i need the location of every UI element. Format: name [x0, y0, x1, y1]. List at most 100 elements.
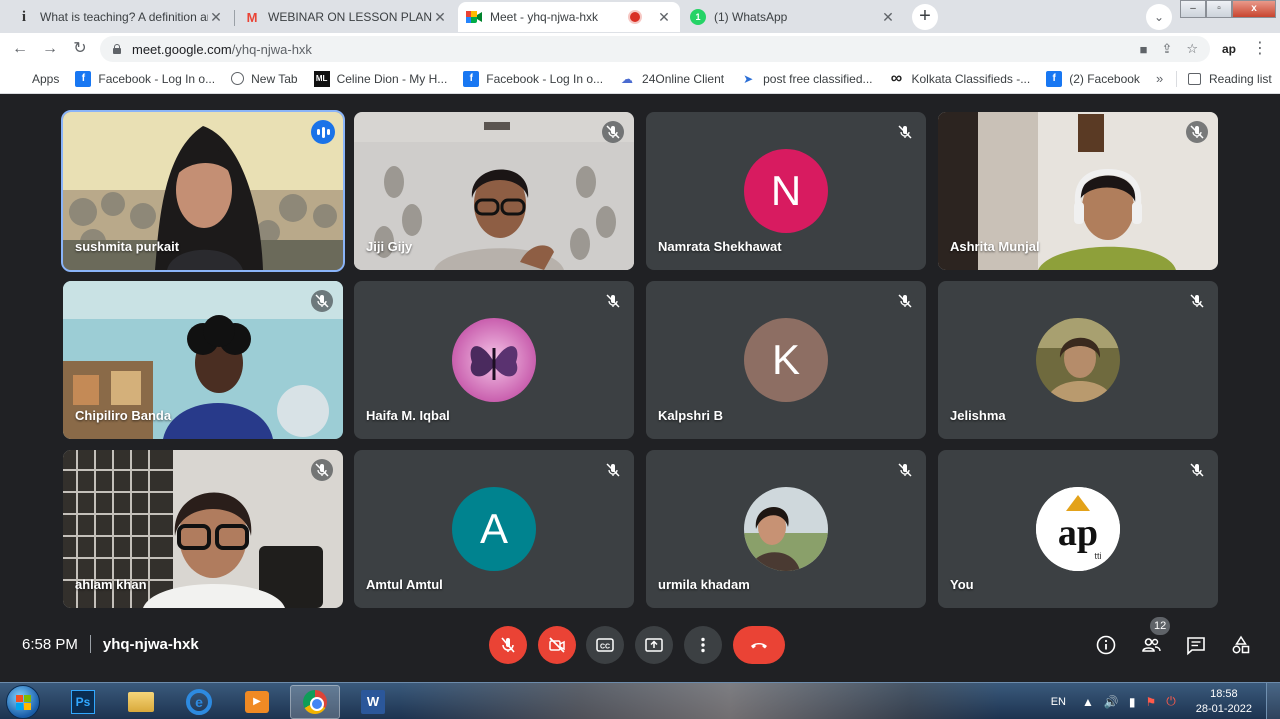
participant-name: Namrata Shekhawat	[658, 239, 782, 254]
close-icon[interactable]: ✕	[656, 9, 672, 26]
window-close-icon[interactable]: x	[1232, 0, 1276, 18]
bookmark-facebook-3[interactable]: f (2) Facebook	[1046, 70, 1140, 87]
signal-icon[interactable]: ▮	[1129, 695, 1136, 709]
taskbar-media[interactable]: ▶	[232, 685, 282, 719]
activities-icon	[1232, 635, 1250, 654]
participant-tile[interactable]: Ashrita Munjal	[938, 112, 1218, 270]
participant-avatar: N	[744, 149, 828, 233]
participant-name: Jiji Gijy	[366, 239, 413, 254]
show-desktop-button[interactable]	[1266, 683, 1280, 719]
meeting-info-button[interactable]	[1091, 630, 1121, 660]
participant-tile[interactable]: A Amtul Amtul	[354, 450, 634, 608]
volume-icon[interactable]: 🔊	[1104, 695, 1119, 709]
mic-off-icon	[602, 459, 624, 481]
leave-call-button[interactable]	[733, 626, 785, 664]
bookmark-apps[interactable]: Apps	[12, 72, 59, 86]
activities-button[interactable]	[1226, 630, 1256, 660]
bookmarks-bar: Apps f Facebook - Log In o... New Tab ML…	[0, 64, 1280, 94]
mic-off-icon	[1186, 121, 1208, 143]
chrome-menu-icon[interactable]: ⋮	[1252, 37, 1268, 61]
participant-avatar	[744, 487, 828, 571]
taskbar-word[interactable]: W	[348, 685, 398, 719]
tab-search-button[interactable]: ⌄	[1146, 4, 1172, 30]
address-bar[interactable]: meet.google.com/yhq-njwa-hxk ■ ⇪ ☆	[100, 36, 1210, 62]
new-tab-button[interactable]: +	[912, 4, 938, 30]
taskbar-explorer[interactable]	[116, 685, 166, 719]
browser-toolbar: ← → ↻ meet.google.com/yhq-njwa-hxk ■ ⇪ ☆…	[0, 33, 1280, 64]
bookmark-post-free[interactable]: ➤ post free classified...	[740, 71, 872, 87]
forward-button[interactable]: →	[38, 37, 62, 61]
camera-icon[interactable]: ■	[1140, 42, 1148, 57]
bookmark-24online[interactable]: ☁ 24Online Client	[619, 71, 724, 87]
lock-icon[interactable]	[112, 44, 122, 54]
maximize-icon[interactable]: ▫	[1206, 0, 1232, 18]
action-center-flag-icon[interactable]: ⚑	[1145, 695, 1156, 709]
mic-off-icon	[1186, 290, 1208, 312]
toggle-mic-button[interactable]	[489, 626, 527, 664]
taskbar-chrome[interactable]	[290, 685, 340, 719]
meet-icon	[466, 9, 482, 25]
bookmark-new-tab[interactable]: New Tab	[231, 72, 298, 86]
reload-button[interactable]: ↻	[68, 37, 92, 61]
participant-tile[interactable]: ap tti You	[938, 450, 1218, 608]
back-button[interactable]: ←	[8, 37, 32, 61]
close-icon[interactable]: ✕	[880, 9, 896, 26]
participant-tile[interactable]: N Namrata Shekhawat	[646, 112, 926, 270]
tab-gmail[interactable]: M WEBINAR ON LESSON PLAN ON ✕	[236, 2, 456, 32]
facebook-icon: f	[1046, 70, 1063, 87]
butterfly-photo	[452, 318, 536, 402]
chat-button[interactable]	[1181, 630, 1211, 660]
bookmark-facebook-1[interactable]: f Facebook - Log In o...	[75, 70, 215, 87]
bookmarks-overflow-icon[interactable]: »	[1156, 71, 1163, 86]
participant-name: urmila khadam	[658, 577, 750, 592]
share-icon[interactable]: ⇪	[1161, 41, 1172, 57]
participant-tile[interactable]: Jelishma	[938, 281, 1218, 439]
participant-tile[interactable]: ahlam khan	[63, 450, 343, 608]
bookmark-facebook-2[interactable]: f Facebook - Log In o...	[463, 70, 603, 87]
chat-icon	[1187, 637, 1205, 656]
language-indicator[interactable]: EN	[1051, 696, 1066, 708]
profile-avatar[interactable]: ap	[1218, 38, 1240, 60]
power-icon[interactable]: ⏻	[1166, 694, 1176, 709]
tab-title: Meet - yhq-njwa-hxk	[490, 10, 599, 24]
media-player-icon: ▶	[245, 691, 269, 713]
tab-infed[interactable]: i What is teaching? A definition and ✕	[8, 2, 232, 32]
participant-tile[interactable]: Chipiliro Banda	[63, 281, 343, 439]
taskbar-ie[interactable]: e	[174, 685, 224, 719]
present-screen-button[interactable]	[635, 626, 673, 664]
bookmark-celine-dion[interactable]: ML Celine Dion - My H...	[313, 70, 447, 87]
participant-avatar	[1036, 318, 1120, 402]
tab-meet[interactable]: Meet - yhq-njwa-hxk ✕	[458, 2, 680, 32]
mic-off-icon	[311, 459, 333, 481]
bookmark-star-icon[interactable]: ☆	[1186, 41, 1198, 57]
post-icon: ➤	[743, 71, 754, 86]
bookmark-kolkata[interactable]: ∞ Kolkata Classifieds -...	[889, 70, 1030, 87]
participant-tile[interactable]: sushmita purkait	[61, 110, 345, 272]
start-button[interactable]	[6, 685, 40, 719]
minimize-icon[interactable]: –	[1180, 0, 1206, 18]
close-icon[interactable]: ✕	[208, 9, 224, 26]
toggle-camera-button[interactable]	[538, 626, 576, 664]
globe-icon	[231, 72, 245, 85]
close-icon[interactable]: ✕	[432, 9, 448, 26]
tab-title: (1) WhatsApp	[714, 10, 788, 24]
meeting-code: yhq-njwa-hxk	[102, 635, 199, 653]
reading-list-button[interactable]: Reading list	[1188, 64, 1272, 94]
present-now-icon	[645, 638, 663, 652]
more-options-button[interactable]	[684, 626, 722, 664]
participant-tile[interactable]: K Kalpshri B	[646, 281, 926, 439]
system-clock[interactable]: 18:58 28-01-2022	[1196, 687, 1252, 717]
participant-tile[interactable]: Haifa M. Iqbal	[354, 281, 634, 439]
taskbar-photoshop[interactable]: Ps	[58, 685, 108, 719]
taskbar-background-photo	[400, 683, 1000, 719]
more-vert-icon	[701, 637, 705, 653]
participant-tile[interactable]: Jiji Gijy	[354, 112, 634, 270]
tray-overflow-icon[interactable]: ▲	[1082, 695, 1094, 709]
participant-name: Jelishma	[950, 408, 1006, 423]
mic-off-icon	[894, 459, 916, 481]
participant-tile[interactable]: urmila khadam	[646, 450, 926, 608]
tab-whatsapp[interactable]: 1 (1) WhatsApp ✕	[682, 2, 904, 32]
ml-icon: ML	[313, 70, 330, 87]
captions-button[interactable]: CC	[586, 626, 624, 664]
speaking-indicator-icon	[311, 120, 335, 144]
